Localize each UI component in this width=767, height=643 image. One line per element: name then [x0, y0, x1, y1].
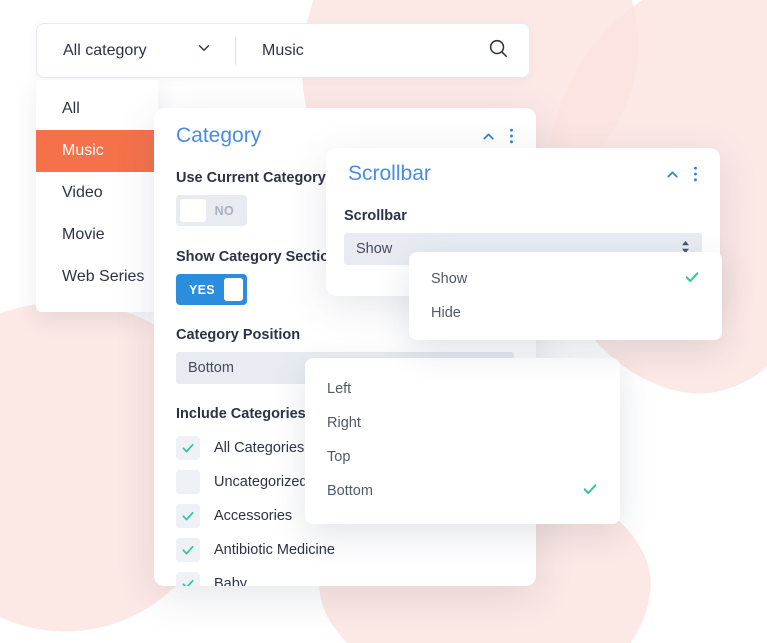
position-option-right[interactable]: Right — [305, 406, 620, 440]
checkbox-unchecked[interactable] — [176, 470, 200, 494]
search-input-wrap — [236, 24, 529, 77]
position-option-left[interactable]: Left — [305, 372, 620, 406]
search-bar: All category — [36, 23, 530, 78]
toggle-state-label: YES — [189, 282, 215, 297]
category-dropdown-item-music[interactable]: Music — [36, 130, 158, 172]
chevron-up-icon[interactable] — [664, 166, 681, 183]
more-vertical-icon[interactable] — [509, 127, 514, 145]
list-item-label: Web Series — [62, 268, 145, 285]
check-icon — [582, 481, 598, 501]
menu-item-label: Right — [327, 415, 361, 431]
category-panel-title: Category — [176, 124, 262, 147]
use-current-category-toggle[interactable]: NO — [176, 195, 247, 226]
scrollbar-panel-title: Scrollbar — [348, 162, 431, 185]
toggle-knob — [223, 278, 243, 301]
checkbox-checked[interactable] — [176, 572, 200, 586]
menu-item-label: Show — [431, 271, 468, 287]
menu-item-label: Left — [327, 381, 352, 397]
scrollbar-options-menu: Show Hide — [409, 252, 722, 340]
chevron-down-icon — [195, 39, 213, 62]
chevron-up-icon[interactable] — [480, 128, 497, 145]
category-position-options-menu: Left Right Top Bottom — [305, 358, 620, 524]
show-category-section-toggle[interactable]: YES — [176, 274, 247, 305]
check-icon — [182, 579, 194, 586]
more-vertical-icon[interactable] — [693, 165, 698, 183]
search-input[interactable] — [262, 41, 487, 60]
scrollbar-select-value: Show — [356, 241, 393, 257]
scrollbar-option-show[interactable]: Show — [409, 262, 722, 296]
menu-item-label: Top — [327, 449, 351, 465]
menu-item-label: Hide — [431, 305, 461, 321]
search-icon[interactable] — [487, 37, 509, 64]
include-category-row-antibiotic-medicine[interactable]: Antibiotic Medicine — [176, 533, 514, 567]
checkbox-label: Accessories — [214, 508, 293, 524]
list-item-label: Video — [62, 184, 103, 201]
category-position-value: Bottom — [188, 360, 234, 376]
list-item-label: All — [62, 100, 80, 117]
checkbox-label: Antibiotic Medicine — [214, 542, 335, 558]
menu-item-label: Bottom — [327, 483, 373, 499]
category-dropdown-item-all[interactable]: All — [36, 88, 158, 130]
scrollbar-option-hide[interactable]: Hide — [409, 296, 722, 330]
position-option-bottom[interactable]: Bottom — [305, 474, 620, 508]
list-item-label: Movie — [62, 226, 105, 243]
scrollbar-panel-header-actions — [664, 165, 698, 183]
scrollbar-field-label: Scrollbar — [344, 208, 407, 224]
category-panel-header: Category — [154, 108, 536, 148]
checkbox-checked[interactable] — [176, 436, 200, 460]
category-select-trigger[interactable]: All category — [37, 24, 235, 77]
category-dropdown-list: All Music Video Movie Web Series — [36, 80, 158, 312]
check-icon — [182, 443, 194, 453]
category-dropdown-item-movie[interactable]: Movie — [36, 214, 158, 256]
checkbox-checked[interactable] — [176, 504, 200, 528]
checkbox-label: Baby — [214, 576, 248, 586]
checkbox-checked[interactable] — [176, 538, 200, 562]
category-select-label: All category — [63, 41, 147, 59]
include-category-row-baby[interactable]: Baby — [176, 567, 514, 586]
check-icon — [684, 269, 700, 289]
check-icon — [182, 511, 194, 521]
category-dropdown-item-video[interactable]: Video — [36, 172, 158, 214]
toggle-state-label: NO — [214, 203, 234, 218]
check-icon — [182, 545, 194, 555]
scrollbar-panel-header: Scrollbar — [326, 148, 720, 186]
position-option-top[interactable]: Top — [305, 440, 620, 474]
category-panel-header-actions — [480, 127, 514, 145]
category-dropdown-item-web-series[interactable]: Web Series — [36, 256, 158, 298]
toggle-knob — [180, 199, 206, 222]
list-item-label: Music — [62, 142, 104, 159]
checkbox-label: Uncategorized — [214, 474, 308, 490]
checkbox-label: All Categories — [214, 440, 305, 456]
